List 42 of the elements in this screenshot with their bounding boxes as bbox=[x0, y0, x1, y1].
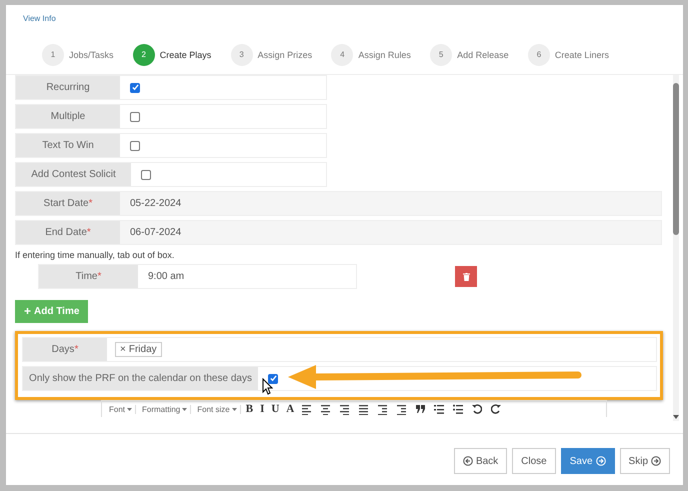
field-label: End Date* bbox=[16, 221, 120, 244]
footer-button[interactable]: Close bbox=[512, 448, 556, 474]
field-label: Only show the PRF on the calendar on these days bbox=[23, 367, 258, 390]
field-label: Multiple bbox=[16, 105, 120, 128]
footer-button[interactable]: Save bbox=[560, 448, 615, 474]
field-label: Start Date* bbox=[16, 192, 120, 215]
format-button[interactable]: U bbox=[269, 403, 282, 415]
view-info-link[interactable]: View Info bbox=[23, 14, 56, 23]
toolbar-dropdown[interactable]: Formatting bbox=[139, 404, 192, 414]
toolbar-dropdown[interactable]: Font size bbox=[194, 404, 241, 414]
step-number[interactable]: 3 bbox=[230, 44, 253, 66]
field-label: Days* bbox=[23, 338, 107, 361]
footer-button[interactable]: Back bbox=[454, 448, 508, 474]
format-button[interactable]: A bbox=[284, 403, 296, 415]
field-label: Text To Win bbox=[16, 134, 120, 157]
step-number[interactable]: 4 bbox=[331, 44, 354, 66]
time-field[interactable]: Time* 9:00 am bbox=[38, 264, 357, 289]
step-label[interactable]: Jobs/Tasks bbox=[69, 50, 114, 60]
footer-button[interactable]: Skip bbox=[620, 448, 670, 474]
step-number[interactable]: 5 bbox=[430, 44, 452, 66]
step-label[interactable]: Create Plays bbox=[160, 50, 212, 60]
date-field[interactable]: End Date* 06-07-2024 bbox=[15, 220, 662, 245]
field-label: Time* bbox=[39, 265, 138, 288]
format-button[interactable]: I bbox=[258, 403, 266, 415]
date-field[interactable]: Start Date* 05-22-2024 bbox=[15, 191, 662, 216]
format-button[interactable]: B bbox=[244, 403, 256, 415]
toolbar-dropdown[interactable]: Font bbox=[106, 404, 136, 414]
date-value: 05-22-2024 bbox=[120, 192, 661, 215]
days-field[interactable]: Days* × Friday bbox=[22, 337, 657, 362]
step-label[interactable]: Add Release bbox=[457, 50, 509, 60]
time-hint: If entering time manually, tab out of box. bbox=[15, 249, 176, 260]
day-tag[interactable]: × Friday bbox=[115, 342, 162, 357]
time-value: 9:00 am bbox=[147, 270, 186, 284]
step-label[interactable]: Assign Rules bbox=[358, 50, 411, 60]
field-label: Recurring bbox=[16, 76, 120, 99]
step-number[interactable]: 1 bbox=[42, 44, 64, 66]
step-label[interactable]: Assign Prizes bbox=[258, 50, 312, 60]
step-label[interactable]: Create Liners bbox=[554, 50, 609, 60]
step-number[interactable]: 2 bbox=[132, 44, 155, 66]
step-number[interactable]: 6 bbox=[528, 44, 550, 66]
field-label: Add Contest Solicit bbox=[16, 163, 131, 186]
date-value: 06-07-2024 bbox=[120, 221, 661, 244]
